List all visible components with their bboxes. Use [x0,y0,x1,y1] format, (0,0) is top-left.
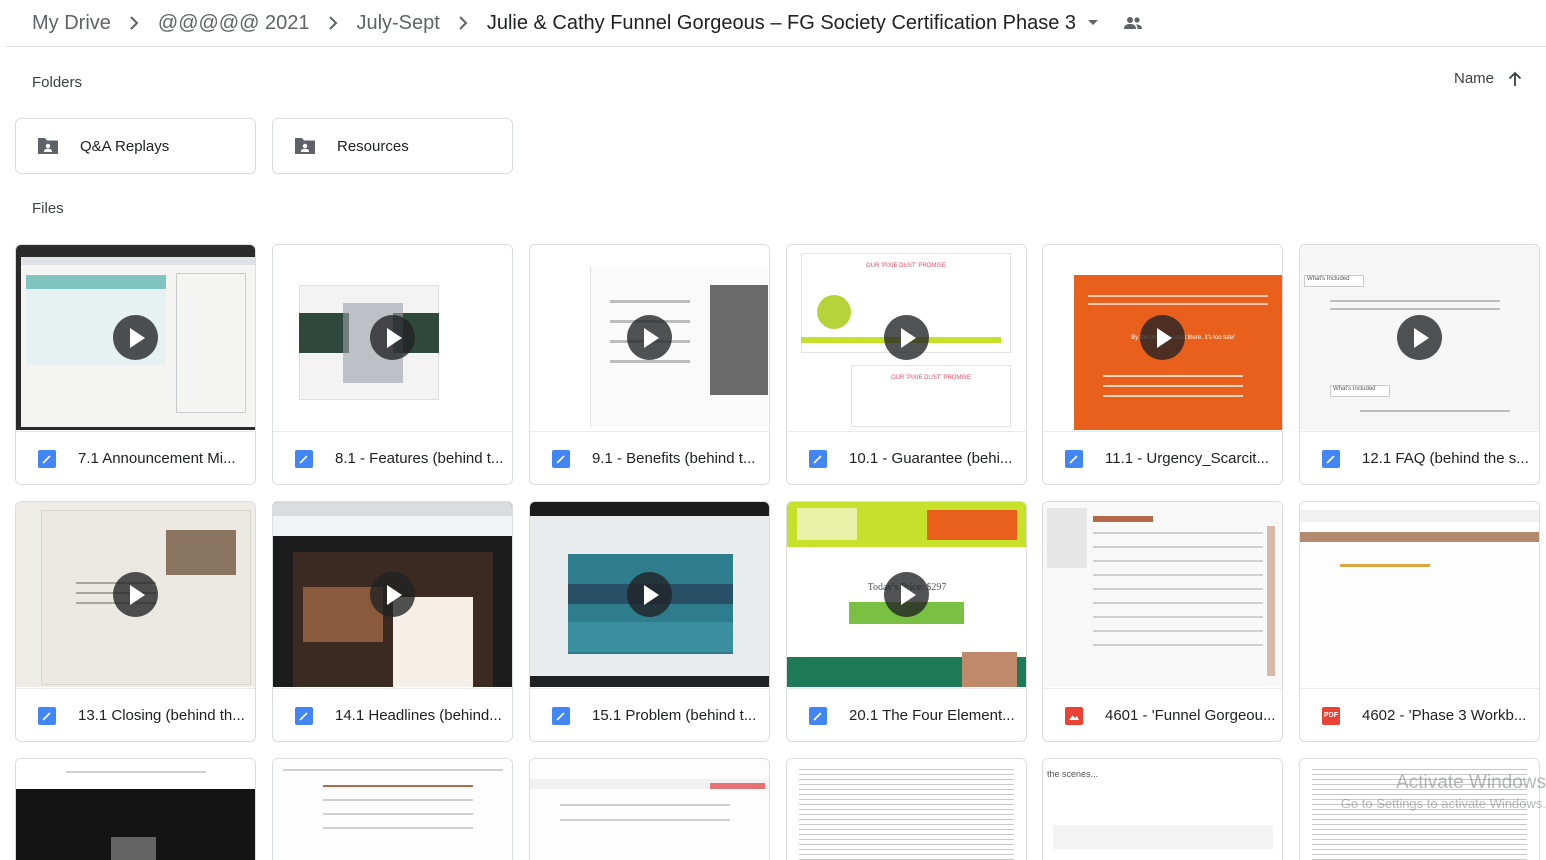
folder-label: Resources [337,137,409,155]
breadcrumb: My Drive @@@@@ 2021 July-Sept Julie & Ca… [0,0,1546,46]
folder-resources[interactable]: Resources [272,118,513,174]
file-card-partial[interactable] [272,758,513,860]
activate-windows-subtitle: Go to Settings to activate Windows. [1340,796,1546,811]
pdf-thumbnail [1300,502,1539,687]
video-thumbnail [273,502,512,687]
file-card-11-1[interactable]: By the time you start there, it's too la… [1042,244,1283,485]
file-name: 13.1 Closing (behind th... [78,707,245,724]
video-thumbnail: Today's Price: $297 [787,502,1026,687]
folders-heading: Folders [32,74,83,91]
file-name: 4601 - 'Funnel Gorgeou... [1105,707,1276,724]
video-thumbnail: OUR 'PIXIE DUST' PROMISE OUR 'PIXIE DUST… [787,245,1026,430]
play-icon [627,315,672,360]
play-icon [113,315,158,360]
file-card-7-1[interactable]: 7.1 Announcement Mi... [15,244,256,485]
file-name: 8.1 - Features (behind t... [335,450,504,467]
file-card-8-1[interactable]: 8.1 - Features (behind t... [272,244,513,485]
file-card-20-1[interactable]: Today's Price: $297 20.1 The Four Elemen… [786,501,1027,742]
file-name: 14.1 Headlines (behind... [335,707,502,724]
play-icon [884,315,929,360]
breadcrumb-current-folder[interactable]: Julie & Cathy Funnel Gorgeous – FG Socie… [487,12,1076,35]
play-icon [1397,315,1442,360]
file-name: 4602 - 'Phase 3 Workb... [1362,707,1527,724]
file-card-partial[interactable] [529,758,770,860]
file-name: 15.1 Problem (behind t... [592,707,757,724]
video-thumbnail [530,502,769,687]
file-name: 10.1 - Guarantee (behi... [849,450,1013,467]
file-card-partial[interactable] [786,758,1027,860]
file-name: 12.1 FAQ (behind the s... [1362,450,1529,467]
video-file-icon [295,449,313,468]
file-card-10-1[interactable]: OUR 'PIXIE DUST' PROMISE OUR 'PIXIE DUST… [786,244,1027,485]
video-file-icon [552,449,570,468]
shared-folder-icon [38,138,58,154]
caret-down-icon[interactable] [1086,11,1100,35]
file-name: 11.1 - Urgency_Scarcit... [1105,450,1269,467]
video-file-icon [1322,449,1340,468]
file-card-partial[interactable]: the scenes... [1042,758,1283,860]
play-icon [113,572,158,617]
video-file-icon [295,706,313,725]
document-thumbnail [273,759,512,860]
document-thumbnail: the scenes... [1043,759,1282,860]
sort-label: Name [1453,70,1494,87]
video-file-icon [38,449,56,468]
file-card-15-1[interactable]: 15.1 Problem (behind t... [529,501,770,742]
document-thumbnail [787,759,1026,860]
file-card-13-1[interactable]: 13.1 Closing (behind th... [15,501,256,742]
video-file-icon [552,706,570,725]
arrow-up-icon [1508,71,1522,86]
file-name: 20.1 The Four Element... [849,707,1015,724]
image-thumbnail [1043,502,1282,687]
file-card-12-1[interactable]: What's Included What's Included 12.1 FAQ… [1299,244,1540,485]
file-name: 7.1 Announcement Mi... [78,450,236,467]
file-card-4602[interactable]: PDF 4602 - 'Phase 3 Workb... [1299,501,1540,742]
play-icon [627,572,672,617]
video-thumbnail: By the time you start there, it's too la… [1043,245,1282,430]
video-file-icon [809,449,827,468]
files-heading: Files [32,200,64,217]
play-icon [1140,315,1185,360]
chevron-right-icon [111,11,158,35]
video-file-icon [809,706,827,725]
activate-windows-title: Activate Windows [1396,772,1546,793]
video-thumbnail [16,502,255,687]
folder-qa-replays[interactable]: Q&A Replays [15,118,256,174]
video-thumbnail [530,245,769,430]
folder-label: Q&A Replays [80,137,170,155]
sort-by-name-button[interactable]: Name [1454,70,1522,87]
video-thumbnail [16,245,255,430]
people-icon[interactable] [1122,11,1144,35]
video-thumbnail [273,245,512,430]
chevron-right-icon [440,11,487,35]
file-card-14-1[interactable]: 14.1 Headlines (behind... [272,501,513,742]
play-icon [370,572,415,617]
play-icon [370,315,415,360]
pdf-file-icon: PDF [1322,706,1340,725]
breadcrumb-year-folder[interactable]: @@@@@ 2021 [158,12,310,35]
file-name: 9.1 - Benefits (behind t... [592,450,756,467]
video-thumbnail: What's Included What's Included [1300,245,1539,430]
video-file-icon [1065,449,1083,468]
image-file-icon [1065,706,1083,725]
file-card-partial[interactable] [15,758,256,860]
video-file-icon [38,706,56,725]
play-icon [884,572,929,617]
header-divider [6,46,1546,47]
document-thumbnail [530,759,769,860]
shared-folder-icon [295,138,315,154]
breadcrumb-quarter-folder[interactable]: July-Sept [356,12,439,35]
chevron-right-icon [309,11,356,35]
file-card-9-1[interactable]: 9.1 - Benefits (behind t... [529,244,770,485]
file-card-4601[interactable]: 4601 - 'Funnel Gorgeou... [1042,501,1283,742]
breadcrumb-my-drive[interactable]: My Drive [32,12,111,35]
video-thumbnail [16,759,255,860]
